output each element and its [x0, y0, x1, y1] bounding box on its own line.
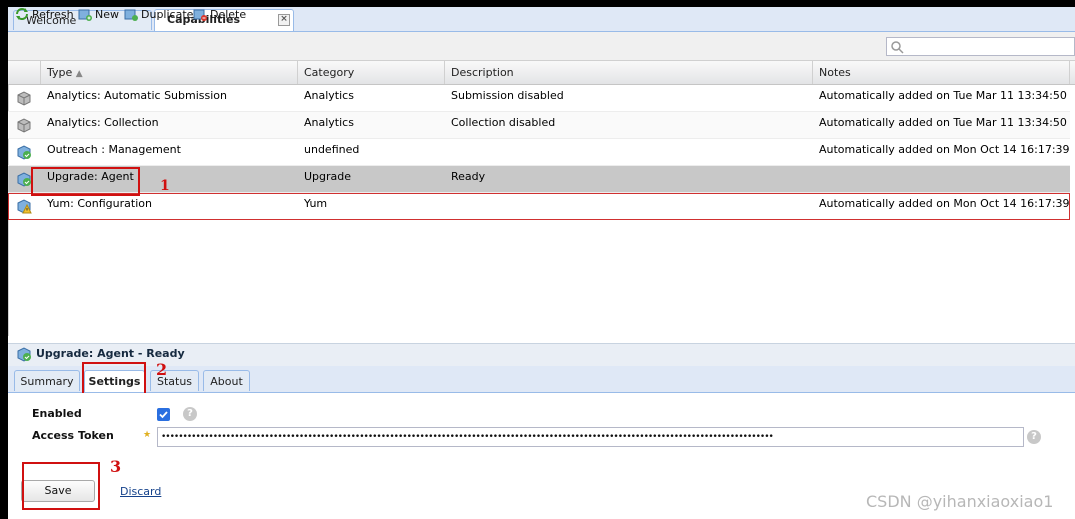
header-description-label: Description — [451, 66, 514, 79]
annotation-box-2 — [82, 362, 146, 396]
header-type[interactable]: Type ▲ — [41, 61, 298, 84]
cell-category: Analytics — [304, 116, 354, 129]
delete-box-icon — [193, 7, 207, 21]
cell-description: Ready — [451, 170, 486, 183]
gray-box-icon — [17, 118, 31, 133]
new-button[interactable]: New — [78, 7, 119, 23]
cell-category: Analytics — [304, 89, 354, 102]
blue-box-check-icon — [17, 172, 31, 187]
close-icon[interactable]: × — [278, 14, 290, 26]
cell-type: Analytics: Automatic Submission — [47, 89, 227, 102]
duplicate-button[interactable]: Duplicate — [124, 7, 193, 23]
header-category[interactable]: Category — [298, 61, 445, 84]
header-notes[interactable]: Notes — [813, 61, 1070, 84]
cell-category: undefined — [304, 143, 360, 156]
annotation-box-1 — [31, 167, 140, 196]
header-description[interactable]: Description — [445, 61, 813, 84]
annotation-3: 3 — [110, 457, 122, 476]
annotation-2: 2 — [156, 360, 168, 379]
cell-notes: Automatically added on Tue Mar 11 13:34:… — [819, 116, 1069, 129]
new-label: New — [95, 8, 119, 21]
annotation-1: 1 — [160, 178, 170, 194]
watermark: CSDN @yihanxiaoxiao1 — [866, 492, 1054, 511]
table-row[interactable]: Analytics: Collection Analytics Collecti… — [8, 112, 1070, 139]
cell-type: Analytics: Collection — [47, 116, 159, 129]
blue-box-warning-icon — [17, 199, 32, 214]
blue-box-check-icon — [17, 347, 31, 362]
refresh-button[interactable]: Refresh — [15, 7, 74, 23]
header-notes-label: Notes — [819, 66, 851, 79]
access-token-label: Access Token — [32, 429, 114, 442]
refresh-icon — [15, 7, 29, 21]
tab-about[interactable]: About — [203, 370, 250, 391]
header-type-label: Type — [47, 66, 73, 79]
enabled-checkbox[interactable] — [157, 408, 170, 421]
search-icon — [891, 41, 904, 54]
grid-header: Type ▲ Category Description Notes — [8, 61, 1075, 85]
cell-type: Yum: Configuration — [47, 197, 152, 210]
cell-notes — [819, 170, 1069, 184]
header-category-label: Category — [304, 66, 355, 79]
cell-category: Yum — [304, 197, 328, 210]
cell-notes: Automatically added on Tue Mar 11 13:34:… — [819, 89, 1069, 102]
help-icon[interactable]: ? — [1027, 430, 1041, 444]
sort-asc-icon: ▲ — [75, 69, 83, 79]
new-box-icon — [78, 7, 92, 21]
cell-notes: Automatically added on Mon Oct 14 16:17:… — [819, 143, 1069, 156]
cell-notes: Automatically added on Mon Oct 14 16:17:… — [819, 197, 1069, 210]
duplicate-label: Duplicate — [141, 8, 194, 21]
tab-summary[interactable]: Summary — [14, 370, 80, 391]
access-token-field[interactable]: ••••••••••••••••••••••••••••••••••••••••… — [157, 427, 1024, 447]
window-frame-top — [0, 0, 1075, 7]
discard-link[interactable]: Discard — [120, 485, 161, 498]
tab-about-label: About — [210, 375, 243, 388]
header-icon-col — [8, 61, 41, 84]
annotation-box-3 — [22, 462, 100, 510]
checkmark-icon — [159, 411, 168, 419]
help-icon[interactable]: ? — [183, 407, 197, 421]
duplicate-box-icon — [124, 7, 138, 21]
table-row[interactable]: Yum: Configuration Yum Automatically add… — [8, 193, 1070, 220]
cell-description: Submission disabled — [451, 89, 564, 102]
refresh-label: Refresh — [32, 8, 74, 21]
search-input[interactable] — [886, 37, 1075, 56]
delete-label: Delete — [210, 8, 247, 21]
cell-category: Upgrade — [304, 170, 352, 183]
delete-button[interactable]: Delete — [193, 7, 246, 23]
detail-title: Upgrade: Agent - Ready — [36, 347, 185, 360]
required-star-icon: ★ — [143, 430, 152, 440]
table-row[interactable]: Analytics: Automatic Submission Analytic… — [8, 85, 1070, 112]
cell-type: Outreach : Management — [47, 143, 181, 156]
enabled-label: Enabled — [32, 407, 82, 420]
tab-summary-label: Summary — [20, 375, 74, 388]
table-row[interactable]: Outreach : Management undefined Automati… — [8, 139, 1070, 166]
cell-description: Collection disabled — [451, 116, 556, 129]
gray-box-icon — [17, 91, 31, 106]
window-frame-left — [0, 0, 8, 519]
blue-box-check-icon — [17, 145, 31, 160]
